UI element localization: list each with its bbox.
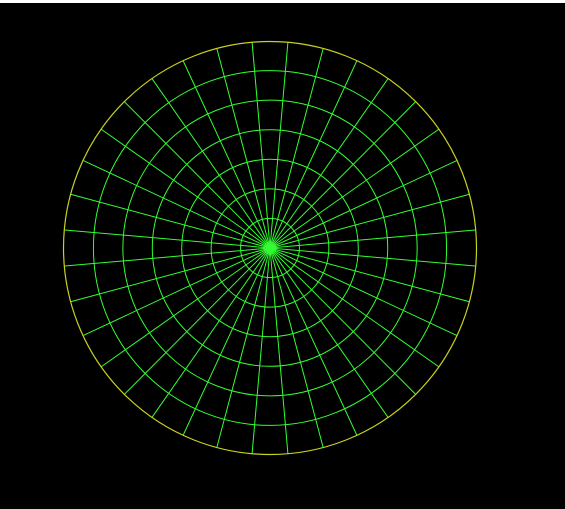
grid-spoke bbox=[269, 247, 417, 395]
grid-spoke bbox=[64, 229, 271, 249]
grid-spoke bbox=[182, 247, 271, 436]
grid-spoke bbox=[251, 247, 271, 455]
grid-spoke bbox=[269, 160, 457, 249]
grid-spoke bbox=[83, 247, 271, 336]
grid-spoke bbox=[269, 128, 440, 249]
grid-spoke bbox=[269, 247, 470, 303]
viewport bbox=[0, 0, 565, 509]
grid-spoke bbox=[269, 247, 440, 368]
grid-spoke bbox=[269, 78, 389, 249]
polar-grid-diagram bbox=[62, 40, 478, 456]
grid-spoke bbox=[269, 47, 324, 249]
grid-spoke bbox=[182, 60, 271, 249]
grid-spoke bbox=[151, 247, 271, 418]
grid-spoke bbox=[269, 247, 289, 455]
grid-spoke bbox=[269, 247, 324, 449]
grid-spoke bbox=[251, 41, 271, 249]
grid-spoke bbox=[100, 247, 271, 368]
grid-spoke bbox=[151, 78, 271, 249]
grid-spoke bbox=[100, 128, 271, 249]
grid-spoke bbox=[70, 247, 271, 303]
grid-spoke bbox=[269, 247, 358, 436]
grid-spoke bbox=[269, 229, 476, 249]
grid-spoke bbox=[83, 160, 271, 249]
grid-spoke bbox=[269, 247, 476, 267]
grid-spoke bbox=[269, 193, 470, 249]
grid-spoke bbox=[64, 247, 271, 267]
grid-spoke bbox=[123, 101, 271, 249]
grid-spoke bbox=[70, 193, 271, 249]
grid-spoke bbox=[269, 247, 389, 418]
grid-spoke bbox=[123, 247, 271, 395]
center-hub bbox=[267, 245, 273, 251]
grid-spoke bbox=[216, 47, 271, 249]
grid-spoke bbox=[269, 101, 417, 249]
grid-spoke bbox=[216, 247, 271, 449]
grid-spoke bbox=[269, 60, 358, 249]
grid-spoke bbox=[269, 247, 457, 336]
grid-spoke bbox=[269, 41, 289, 249]
